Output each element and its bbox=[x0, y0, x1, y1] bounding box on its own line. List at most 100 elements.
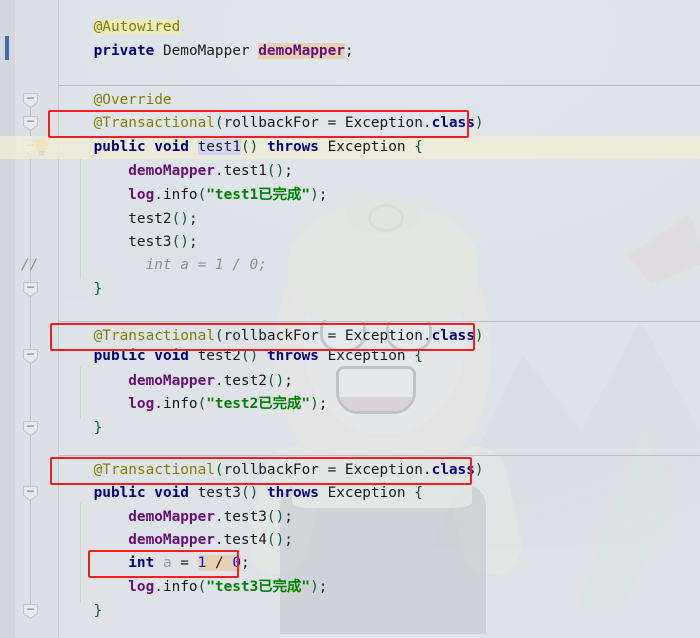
code-line[interactable]: log.info("test1已完成"); bbox=[0, 184, 700, 207]
code-line-text: int a = 1 / 0; bbox=[128, 552, 250, 575]
code-token: ) bbox=[275, 373, 285, 389]
code-line-text: demoMapper.test3(); bbox=[128, 506, 293, 529]
code-token: ) bbox=[310, 396, 319, 412]
code-line[interactable]: public void test2() throws Exception { bbox=[0, 345, 700, 368]
code-token: ) bbox=[275, 163, 285, 179]
code-line[interactable]: } bbox=[0, 278, 700, 301]
code-line[interactable]: @Override bbox=[0, 89, 700, 112]
code-line[interactable]: } bbox=[0, 417, 700, 440]
code-token: ; bbox=[188, 234, 198, 250]
code-token: throws bbox=[266, 348, 319, 364]
code-token: void bbox=[154, 485, 189, 501]
code-token: ( bbox=[266, 532, 276, 548]
code-token: ( bbox=[197, 579, 207, 595]
code-line[interactable]: @Transactional(rollbackFor = Exception.c… bbox=[0, 112, 700, 135]
code-token: void bbox=[154, 348, 189, 364]
code-line[interactable]: demoMapper.test4(); bbox=[0, 529, 700, 552]
code-token: ( bbox=[197, 187, 207, 203]
code-token: ) bbox=[310, 579, 319, 595]
code-line[interactable]: log.info("test3已完成"); bbox=[0, 576, 700, 599]
code-token: ; bbox=[284, 163, 293, 179]
code-token: @Override bbox=[93, 92, 172, 108]
code-line-text: demoMapper.test2(); bbox=[128, 370, 293, 393]
commented-line-gutter-marker: // bbox=[21, 257, 39, 273]
code-token: = bbox=[318, 462, 345, 478]
code-token: ( bbox=[266, 373, 276, 389]
code-token: { bbox=[414, 485, 423, 501]
code-token: test3 bbox=[197, 485, 241, 501]
code-editor[interactable]: @Autowired private DemoMapper demoMapper;… bbox=[0, 0, 700, 638]
code-token: Exception bbox=[344, 328, 423, 344]
code-token: . bbox=[422, 115, 432, 131]
code-token: class bbox=[431, 462, 475, 478]
code-token: a bbox=[162, 555, 172, 571]
code-token: @Transactional bbox=[93, 328, 215, 344]
code-token: ( bbox=[266, 163, 276, 179]
code-line-text: private DemoMapper demoMapper; bbox=[94, 40, 354, 63]
code-token: ( bbox=[171, 211, 181, 227]
code-token: . bbox=[154, 396, 163, 412]
code-token: ; bbox=[318, 579, 328, 595]
code-token: ) bbox=[474, 115, 484, 131]
code-line[interactable]: demoMapper.test2(); bbox=[0, 370, 700, 393]
code-token: test3 bbox=[128, 234, 172, 250]
code-token: } bbox=[93, 603, 103, 619]
code-line-text: } bbox=[94, 417, 103, 440]
code-line[interactable]: public void test1() throws Exception { bbox=[0, 136, 700, 160]
code-token: ( bbox=[214, 328, 224, 344]
code-token: ) bbox=[180, 211, 189, 227]
code-line[interactable]: int a = 1 / 0; bbox=[0, 552, 700, 575]
code-line[interactable]: test3(); bbox=[0, 231, 700, 254]
code-token: info bbox=[162, 396, 198, 412]
code-token: Exception bbox=[344, 115, 423, 131]
code-line-text: @Transactional(rollbackFor = Exception.c… bbox=[94, 112, 484, 135]
code-token: Exception bbox=[327, 348, 406, 364]
code-token: { bbox=[414, 348, 423, 364]
code-token: public bbox=[93, 139, 146, 155]
code-line[interactable]: demoMapper.test3(); bbox=[0, 506, 700, 529]
code-token: ( bbox=[240, 485, 250, 501]
code-token: "test2已完成" bbox=[206, 396, 311, 412]
code-token: . bbox=[214, 373, 224, 389]
code-token: rollbackFor bbox=[223, 115, 319, 131]
code-token: 1 bbox=[197, 555, 207, 571]
code-line[interactable]: } bbox=[0, 600, 700, 623]
code-line[interactable]: @Autowired bbox=[0, 16, 700, 39]
code-token: log bbox=[128, 396, 155, 412]
code-line-text: log.info("test1已完成"); bbox=[128, 184, 327, 207]
code-line[interactable]: test2(); bbox=[0, 208, 700, 231]
code-token: Exception bbox=[327, 139, 406, 155]
code-token: ( bbox=[171, 234, 181, 250]
code-token: . bbox=[214, 532, 224, 548]
code-line-text: } bbox=[94, 600, 103, 623]
code-token: ; bbox=[284, 532, 293, 548]
code-token: @Autowired bbox=[93, 19, 181, 35]
code-line[interactable]: private DemoMapper demoMapper; bbox=[0, 40, 700, 63]
code-token: 0 bbox=[232, 555, 241, 571]
code-token: ( bbox=[214, 462, 224, 478]
code-line[interactable]: @Transactional(rollbackFor = Exception.c… bbox=[0, 459, 700, 482]
code-line-text: public void test1() throws Exception { bbox=[94, 136, 423, 159]
code-token: demoMapper bbox=[258, 43, 345, 59]
code-token: ; bbox=[240, 555, 250, 571]
code-token: @Transactional bbox=[93, 115, 215, 131]
code-token: . bbox=[214, 163, 224, 179]
code-token: ( bbox=[240, 139, 250, 155]
code-token: ( bbox=[197, 396, 207, 412]
code-token: = bbox=[318, 115, 345, 131]
code-content[interactable]: @Autowired private DemoMapper demoMapper;… bbox=[0, 0, 700, 638]
code-line[interactable]: demoMapper.test1(); bbox=[0, 160, 700, 183]
code-line[interactable]: public void test3() throws Exception { bbox=[0, 482, 700, 505]
code-line[interactable]: log.info("test2已完成"); bbox=[0, 393, 700, 416]
code-line[interactable]: int a = 1 / 0; // bbox=[0, 254, 700, 277]
